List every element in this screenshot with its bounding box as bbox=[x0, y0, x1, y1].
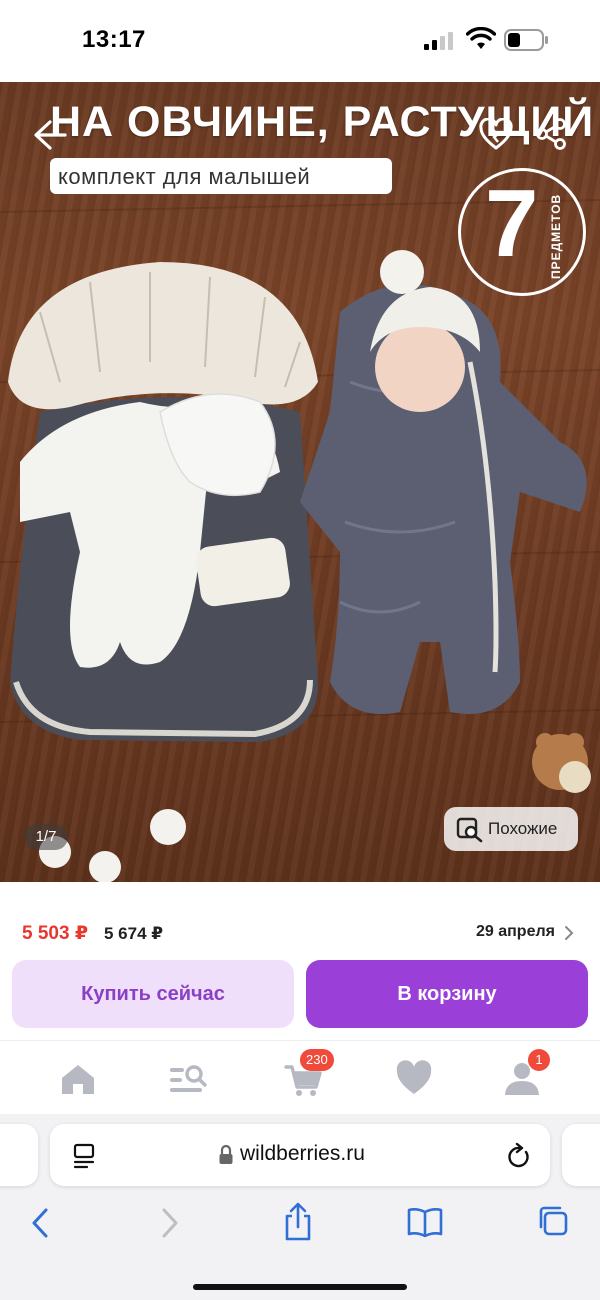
tabs-icon[interactable] bbox=[536, 1204, 570, 1238]
tab-home[interactable] bbox=[56, 1057, 100, 1101]
share-icon[interactable] bbox=[535, 117, 567, 151]
reload-icon[interactable] bbox=[506, 1142, 532, 1170]
status-bar: 13:17 bbox=[0, 0, 600, 82]
delivery-date[interactable]: 29 апреля bbox=[476, 923, 555, 941]
url-text: wildberries.ru bbox=[240, 1142, 365, 1165]
items-count-number: 7 bbox=[485, 170, 539, 277]
wallet-price: 5 674 ₽ bbox=[104, 924, 164, 943]
favorite-heart-icon[interactable] bbox=[478, 118, 514, 152]
cellular-signal-icon bbox=[424, 32, 453, 50]
product-image[interactable]: НА ОВЧИНЕ, РАСТУЩИЙ комплект для малышей… bbox=[0, 82, 600, 882]
share-sheet-icon[interactable] bbox=[282, 1202, 314, 1242]
tab-favorites[interactable] bbox=[392, 1057, 436, 1101]
battery-icon bbox=[504, 29, 548, 51]
previous-tab-preview[interactable] bbox=[0, 1124, 38, 1186]
tab-profile[interactable]: 1 bbox=[500, 1049, 550, 1101]
buy-now-button[interactable]: Купить сейчас bbox=[12, 960, 294, 1028]
home-indicator bbox=[193, 1284, 407, 1290]
similar-search-icon bbox=[456, 817, 483, 843]
wifi-icon bbox=[466, 27, 496, 49]
browser-toolbar: wildberries.ru bbox=[0, 1114, 600, 1300]
back-arrow-icon[interactable] bbox=[32, 118, 68, 152]
tab-catalog[interactable] bbox=[166, 1057, 210, 1101]
catalog-search-icon bbox=[170, 1065, 207, 1092]
add-to-cart-button[interactable]: В корзину bbox=[306, 960, 588, 1028]
image-subheadline-pill: комплект для малышей bbox=[50, 158, 392, 194]
browser-forward-icon[interactable] bbox=[158, 1206, 182, 1240]
price-panel: 5 503 ₽ 5 674 ₽ 29 апреля Купить сейчас … bbox=[0, 882, 600, 1032]
current-price: 5 503 ₽ bbox=[22, 923, 89, 944]
home-icon bbox=[62, 1065, 94, 1094]
similar-button[interactable]: Похожие bbox=[444, 807, 578, 851]
heart-icon bbox=[396, 1060, 432, 1094]
next-tab-preview[interactable] bbox=[562, 1124, 600, 1186]
page-menu-icon[interactable] bbox=[72, 1142, 98, 1170]
similar-label: Похожие bbox=[488, 819, 558, 838]
tab-cart[interactable]: 230 bbox=[282, 1049, 334, 1101]
lock-icon bbox=[219, 1144, 233, 1164]
chevron-right-icon[interactable] bbox=[564, 925, 574, 941]
items-count-badge: 7 ПРЕДМЕТОВ bbox=[458, 168, 586, 296]
status-time: 13:17 bbox=[82, 26, 146, 53]
items-count-label: ПРЕДМЕТОВ bbox=[549, 193, 563, 279]
image-subheadline: комплект для малышей bbox=[58, 164, 311, 189]
cart-count-badge: 230 bbox=[300, 1049, 334, 1071]
profile-notification-badge: 1 bbox=[528, 1049, 550, 1071]
bottom-tab-bar: 230 1 bbox=[0, 1040, 600, 1114]
address-bar[interactable]: wildberries.ru bbox=[50, 1124, 550, 1186]
browser-back-icon[interactable] bbox=[28, 1206, 52, 1240]
bookmarks-icon[interactable] bbox=[406, 1206, 444, 1238]
image-counter: 1/7 bbox=[24, 824, 68, 850]
